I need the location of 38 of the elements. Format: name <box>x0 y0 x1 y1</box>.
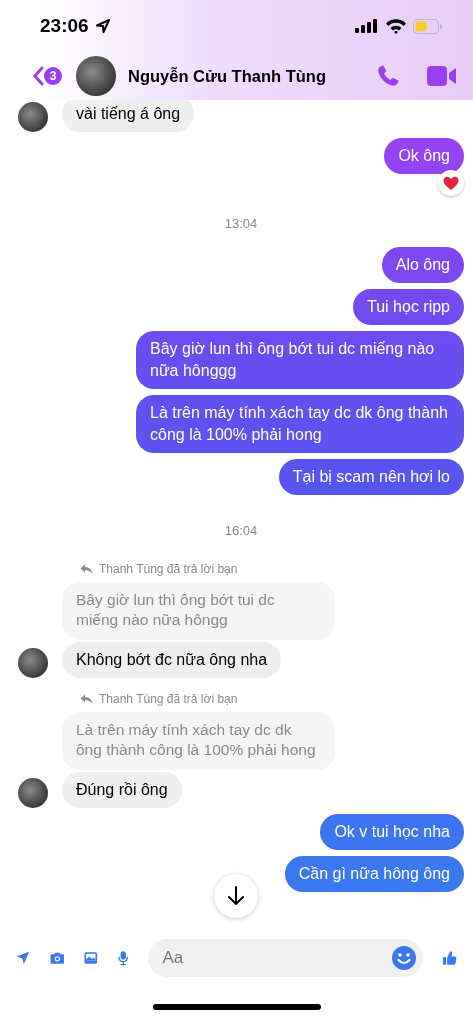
quoted-message[interactable]: Là trên máy tính xách tay dc dk ông thành công là 100% phải hong <box>62 712 335 770</box>
timestamp: 16:04 <box>223 523 259 538</box>
sent-message[interactable]: Cần gì nữa hông ông <box>284 856 464 892</box>
battery-icon <box>413 18 443 34</box>
heart-reaction-icon[interactable] <box>438 170 464 196</box>
status-time: 23:06 <box>40 15 89 37</box>
sent-message[interactable]: Ok ông <box>384 138 464 174</box>
reply-label: Thanh Tùng đã trả lời bạn <box>99 692 238 706</box>
sent-message[interactable]: Tui học ripp <box>353 289 464 325</box>
timestamp: 13:04 <box>223 216 259 231</box>
received-message[interactable]: vài tiếng á ông <box>62 100 195 132</box>
sent-message[interactable]: Bây giờ lun thì ông bớt tui dc miếng nào nữa hônggg <box>136 331 464 389</box>
message-input-field[interactable]: Aa <box>148 939 424 977</box>
received-message[interactable]: Đúng rồi ông <box>62 772 182 808</box>
scroll-down-button[interactable] <box>214 874 258 918</box>
reply-icon <box>80 693 93 705</box>
wifi-icon <box>385 18 407 34</box>
unread-count-badge: 3 <box>44 67 62 85</box>
contact-name[interactable]: Nguyễn Cửu Thanh Tùng <box>128 66 326 86</box>
reply-label: Thanh Tùng đã trả lời bạn <box>99 562 238 576</box>
contact-avatar[interactable] <box>18 778 48 808</box>
reply-icon <box>80 563 93 575</box>
video-camera-icon[interactable] <box>427 65 457 87</box>
arrow-down-icon <box>227 886 245 906</box>
signal-icon <box>355 19 379 33</box>
contact-avatar[interactable] <box>18 102 48 132</box>
sent-message[interactable]: Alo ông <box>381 247 464 283</box>
phone-icon[interactable] <box>375 63 401 89</box>
received-message[interactable]: Không bớt đc nữa ông nha <box>62 642 282 678</box>
contact-avatar[interactable] <box>18 648 48 678</box>
contact-avatar[interactable] <box>76 56 116 96</box>
emoji-icon[interactable] <box>391 945 418 971</box>
back-icon[interactable] <box>32 66 44 86</box>
sent-message[interactable]: Tại bị scam nên hơi lo <box>278 459 464 495</box>
sent-message[interactable]: Ok v tui học nha <box>320 814 464 850</box>
location-arrow-icon <box>94 18 111 34</box>
sent-message[interactable]: Là trên máy tính xách tay dc dk ông thành công là 100% phải hong <box>136 395 464 453</box>
quoted-message[interactable]: Bây giờ lun thì ông bớt tui dc miếng nào nữa hôngg <box>62 582 335 640</box>
